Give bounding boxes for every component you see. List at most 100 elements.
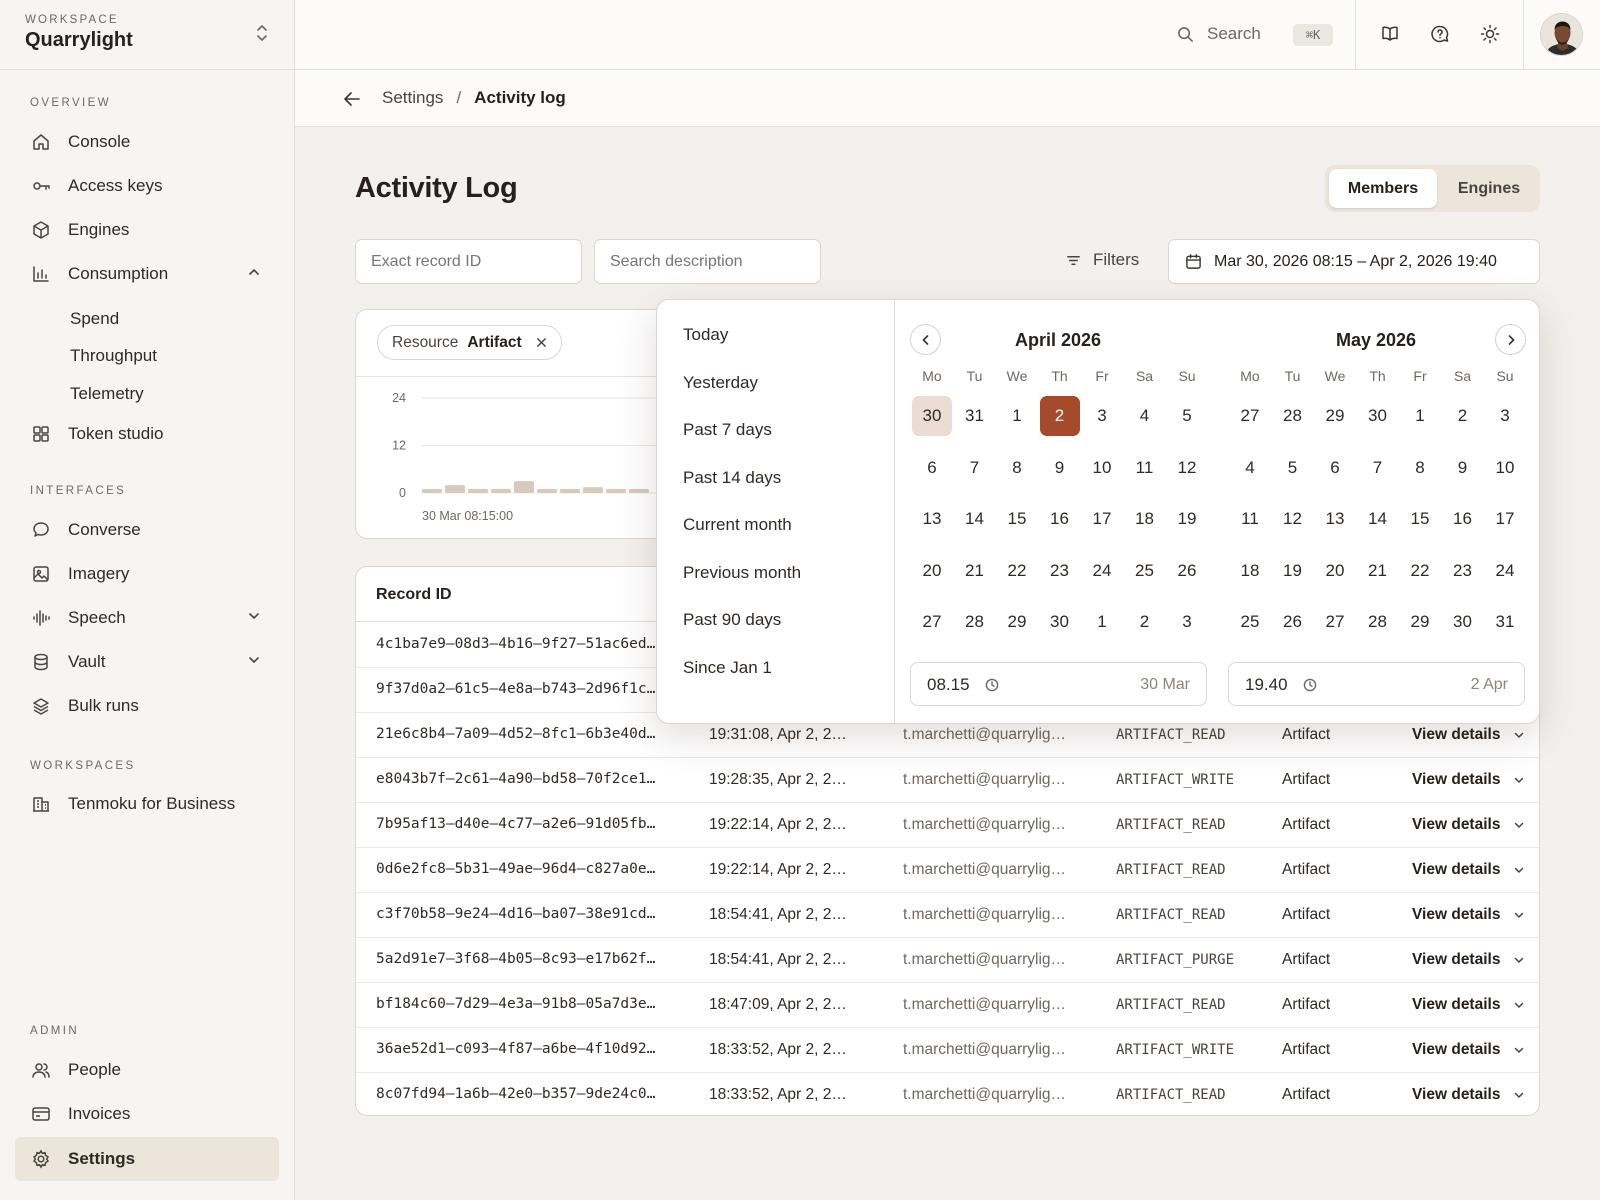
calendar-day[interactable]: 14 [955,499,995,539]
sidebar-item-invoices[interactable]: Invoices [15,1092,279,1136]
sidebar-item-consumption[interactable]: Consumption [15,252,279,296]
calendar-day[interactable]: 27 [1315,602,1355,642]
calendar-day[interactable]: 30 [1443,602,1483,642]
view-details-button[interactable]: View details [1412,1086,1500,1104]
chevron-up-icon[interactable] [247,265,261,279]
view-details-button[interactable]: View details [1412,996,1500,1014]
calendar-day[interactable]: 8 [1400,448,1440,488]
chevron-up-down-icon[interactable] [255,24,269,42]
calendar-day[interactable]: 16 [1443,499,1483,539]
calendar-day[interactable]: 17 [1082,499,1122,539]
sidebar-item-tenmoku[interactable]: Tenmoku for Business [15,782,279,826]
end-time-input[interactable]: 19.40 2 Apr [1228,662,1525,706]
record-id-input[interactable] [355,239,582,284]
calendar-day[interactable]: 12 [1167,448,1207,488]
calendar-day[interactable]: 7 [955,448,995,488]
calendar-day[interactable]: 13 [912,499,952,539]
calendar-day[interactable]: 6 [1315,448,1355,488]
calendar-day[interactable]: 5 [1273,448,1313,488]
calendar-day[interactable]: 23 [1040,551,1080,591]
calendar-day[interactable]: 16 [1040,499,1080,539]
calendar-day[interactable]: 26 [1167,551,1207,591]
calendar-day[interactable]: 9 [1443,448,1483,488]
table-row[interactable]: e8043b7f–2c61–4a90–bd58–70f2ce1… 19:28:35… [356,758,1539,803]
sidebar-subitem-telemetry[interactable]: Telemetry [70,384,144,404]
calendar-day[interactable]: 6 [912,448,952,488]
calendar-day[interactable]: 31 [1485,602,1525,642]
chevron-down-icon[interactable] [1513,774,1525,786]
sidebar-item-speech[interactable]: Speech [15,596,279,640]
chart-bar[interactable] [445,485,465,493]
view-details-button[interactable]: View details [1412,771,1500,789]
chart-bar[interactable] [583,487,603,493]
calendar-day[interactable]: 29 [1400,602,1440,642]
calendar-day[interactable]: 25 [1125,551,1165,591]
calendar-day[interactable]: 8 [997,448,1037,488]
preset-option[interactable]: Current month [683,515,792,535]
calendar-day[interactable]: 9 [1040,448,1080,488]
global-search[interactable]: Search [1177,24,1261,44]
preset-option[interactable]: Since Jan 1 [683,658,772,678]
table-row[interactable]: bf184c60–7d29–4e3a–91b8–05a7d3e… 18:47:09… [356,983,1539,1028]
calendar-day[interactable]: 14 [1358,499,1398,539]
table-row[interactable]: 5a2d91e7–3f68–4b05–8c93–e17b62f… 18:54:41… [356,938,1539,983]
chevron-down-icon[interactable] [1513,909,1525,921]
calendar-day[interactable]: 2 [1443,396,1483,436]
sidebar-item-settings[interactable]: Settings [15,1137,279,1181]
sidebar-item-token-studio[interactable]: Token studio [15,412,279,456]
tab-members[interactable]: Members [1329,169,1437,208]
preset-option[interactable]: Today [683,325,728,345]
description-search-input[interactable] [594,239,821,284]
table-row[interactable]: 7b95af13–d40e–4c77–a2e6–91d05fb… 19:22:14… [356,803,1539,848]
date-range-button[interactable]: Mar 30, 2026 08:15 – Apr 2, 2026 19:40 [1168,239,1540,284]
view-details-button[interactable]: View details [1412,906,1500,924]
sidebar-item-engines[interactable]: Engines [15,208,279,252]
chevron-down-icon[interactable] [1513,729,1525,741]
calendar-day[interactable]: 10 [1485,448,1525,488]
calendar-day[interactable]: 28 [955,602,995,642]
calendar-day[interactable]: 28 [1358,602,1398,642]
calendar-day[interactable]: 5 [1167,396,1207,436]
help-bubble-icon[interactable] [1430,24,1450,44]
calendar-day[interactable]: 31 [955,396,995,436]
sidebar-item-console[interactable]: Console [15,120,279,164]
chevron-down-icon[interactable] [1513,864,1525,876]
chevron-down-icon[interactable] [1513,1089,1525,1101]
calendar-day[interactable]: 11 [1230,499,1270,539]
calendar-day[interactable]: 29 [1315,396,1355,436]
calendar-day[interactable]: 3 [1167,602,1207,642]
arrow-left-icon[interactable] [343,90,361,108]
sidebar-item-vault[interactable]: Vault [15,640,279,684]
table-row[interactable]: 8c07fd94–1a6b–42e0–b357–9de24c0… 18:33:52… [356,1073,1539,1115]
chevron-down-icon[interactable] [247,653,261,667]
chevron-down-icon[interactable] [1513,954,1525,966]
workspace-switcher[interactable]: WORKSPACE Quarrylight [0,0,294,70]
table-row[interactable]: c3f70b58–9e24–4d16–ba07–38e91cd… 18:54:41… [356,893,1539,938]
start-time-input[interactable]: 08.15 30 Mar [910,662,1207,706]
calendar-day[interactable]: 12 [1273,499,1313,539]
chevron-down-icon[interactable] [247,609,261,623]
calendar-day[interactable]: 26 [1273,602,1313,642]
table-row[interactable]: 36ae52d1–c093–4f87–a6be–4f10d92… 18:33:52… [356,1028,1539,1073]
chart-bar[interactable] [491,489,511,493]
close-icon[interactable] [536,337,547,348]
preset-option[interactable]: Past 90 days [683,610,781,630]
calendar-day[interactable]: 11 [1125,448,1165,488]
calendar-day[interactable]: 24 [1082,551,1122,591]
avatar[interactable] [1540,13,1583,56]
calendar-day[interactable]: 7 [1358,448,1398,488]
chart-bar[interactable] [468,489,488,493]
calendar-day[interactable]: 22 [997,551,1037,591]
calendar-day[interactable]: 15 [997,499,1037,539]
calendar-day[interactable]: 17 [1485,499,1525,539]
calendar-day[interactable]: 20 [912,551,952,591]
view-details-button[interactable]: View details [1412,861,1500,879]
calendar-day[interactable]: 20 [1315,551,1355,591]
chart-bar[interactable] [629,489,649,493]
sidebar-item-bulk-runs[interactable]: Bulk runs [15,684,279,728]
sidebar-item-people[interactable]: People [15,1048,279,1092]
calendar-day[interactable]: 28 [1273,396,1313,436]
view-details-button[interactable]: View details [1412,816,1500,834]
filters-button[interactable]: Filters [1065,250,1139,270]
chart-bar[interactable] [560,489,580,493]
